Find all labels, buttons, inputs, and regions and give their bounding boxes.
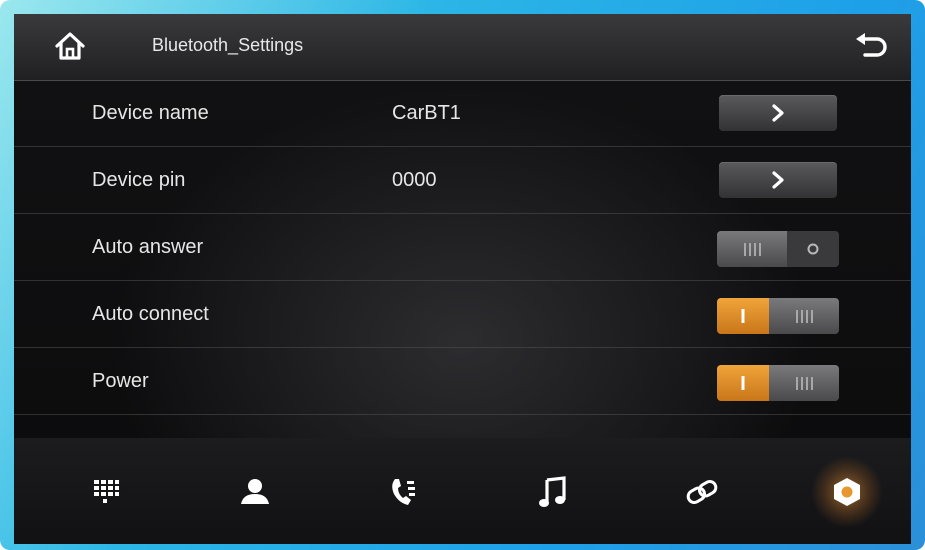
page-title: Bluetooth_Settings — [152, 35, 304, 55]
home-button[interactable] — [50, 26, 90, 66]
link-icon — [686, 480, 718, 504]
device-pin-edit-button[interactable] — [719, 162, 837, 198]
power-toggle[interactable] — [717, 365, 839, 401]
device-name-value: CarBT1 — [392, 102, 461, 124]
nav-settings[interactable] — [811, 456, 883, 528]
phone-history-icon — [392, 479, 415, 505]
row-auto-connect: Auto connect — [14, 281, 911, 348]
toggle-grip — [769, 298, 839, 334]
screen: Bluetooth_Settings Device name CarBT1 De… — [14, 14, 911, 544]
home-icon — [55, 32, 85, 60]
row-device-name: Device name CarBT1 — [14, 80, 911, 147]
on-bar-icon — [741, 376, 745, 390]
power-label: Power — [92, 370, 149, 392]
chevron-right-icon — [772, 104, 784, 122]
toggle-on-indicator — [717, 298, 769, 334]
dialpad-icon — [94, 480, 119, 503]
music-note-icon — [539, 476, 566, 507]
row-device-pin: Device pin 0000 — [14, 147, 911, 214]
toggle-grip — [769, 365, 839, 401]
toggle-grip — [717, 231, 787, 267]
auto-connect-toggle[interactable] — [717, 298, 839, 334]
auto-answer-label: Auto answer — [92, 236, 204, 258]
auto-connect-label: Auto connect — [92, 303, 209, 325]
auto-answer-toggle[interactable] — [717, 231, 839, 267]
device-pin-label: Device pin — [92, 169, 186, 191]
row-auto-answer: Auto answer — [14, 214, 911, 281]
bottom-nav-bar — [14, 438, 911, 544]
row-power: Power — [14, 348, 911, 415]
nav-pairing[interactable] — [666, 456, 738, 528]
top-bar: Bluetooth_Settings — [14, 14, 911, 81]
device-name-label: Device name — [92, 102, 209, 124]
back-arrow-icon — [856, 33, 887, 57]
nav-contacts[interactable] — [219, 456, 291, 528]
nav-call-log[interactable] — [368, 456, 440, 528]
nav-dialpad[interactable] — [70, 456, 142, 528]
nav-music[interactable] — [517, 456, 589, 528]
toggle-on-indicator — [717, 365, 769, 401]
toggle-off-indicator — [787, 231, 839, 267]
on-bar-icon — [741, 309, 745, 323]
contact-icon — [241, 479, 269, 504]
chevron-right-icon — [772, 171, 784, 189]
device-pin-value: 0000 — [392, 169, 437, 191]
gear-icon — [834, 478, 860, 506]
device-name-edit-button[interactable] — [719, 95, 837, 131]
off-circle-icon — [807, 243, 819, 255]
back-button[interactable] — [849, 26, 893, 66]
